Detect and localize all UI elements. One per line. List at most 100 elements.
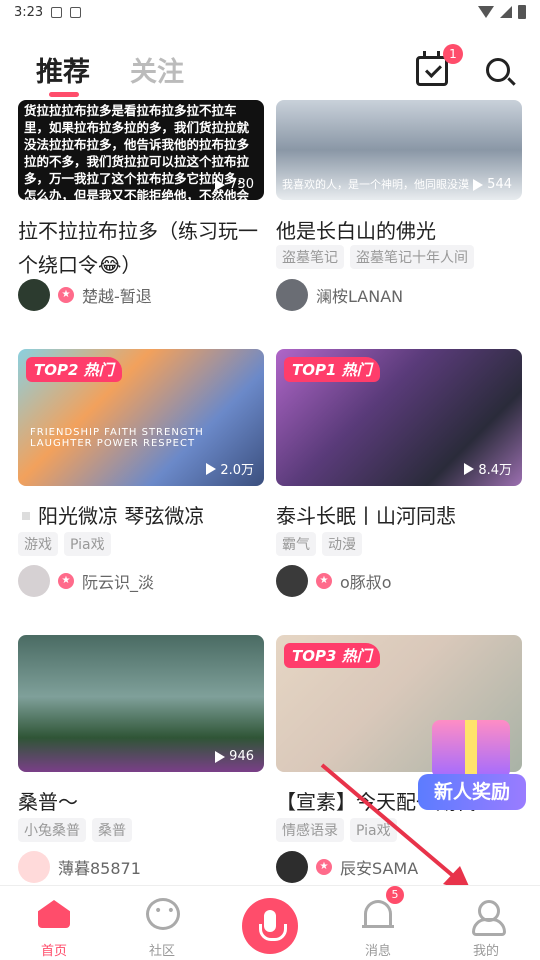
tag[interactable]: 盗墓笔记十年人间: [350, 245, 474, 269]
tag[interactable]: 游戏: [18, 532, 58, 556]
vip-icon: ★: [58, 573, 74, 589]
nav-label: 社区: [148, 944, 175, 959]
card-thumbnail[interactable]: TOP2 热门 FRIENDSHIP FAITH STRENGTH LAUGHT…: [18, 349, 264, 486]
avatar[interactable]: [18, 851, 50, 883]
author-name: 辰安SAMA: [340, 859, 419, 878]
author-row[interactable]: ★ 阮云识_淡: [18, 565, 154, 597]
play-count-value: 544: [487, 177, 512, 192]
author-name: o豚叔o: [340, 573, 392, 592]
tag[interactable]: 霸气: [276, 532, 316, 556]
play-icon: [215, 178, 226, 191]
home-icon: [38, 900, 70, 928]
avatar[interactable]: [276, 565, 308, 597]
card-title[interactable]: 阳光微凉 琴弦微凉: [18, 499, 264, 533]
tag[interactable]: 桑普: [92, 818, 132, 842]
battery-icon: [518, 5, 526, 19]
tag-list: 盗墓笔记 盗墓笔记十年人间: [276, 245, 474, 269]
play-count-value: 8.4万: [478, 463, 512, 478]
tag[interactable]: 动漫: [322, 532, 362, 556]
card-thumbnail[interactable]: 我喜欢的人，是一个神明，他同眼没漠 544: [276, 100, 522, 200]
avatar[interactable]: [276, 851, 308, 883]
hot-rank-badge: TOP1 热门: [284, 357, 380, 382]
play-count: 8.4万: [464, 459, 512, 478]
author-row[interactable]: 薄暮85871: [18, 851, 141, 883]
gallery-icon: [51, 6, 63, 18]
play-count: 730: [215, 177, 254, 192]
nav-label: 消息: [364, 944, 391, 959]
play-count: 946: [215, 749, 254, 764]
tag-list: 霸气 动漫: [276, 532, 362, 556]
nav-messages[interactable]: 5 消息: [324, 886, 432, 960]
card-thumbnail[interactable]: 货拉拉拉布拉多是看拉布拉多拉不拉车里，如果拉布拉多拉的多，我们货拉拉就没法拉拉布…: [18, 100, 264, 200]
nav-label: 我的: [472, 944, 499, 959]
avatar[interactable]: [18, 279, 50, 311]
author-name: 楚越-暂退: [82, 287, 152, 306]
messages-badge: 5: [386, 886, 404, 904]
chat-bubble-icon: [146, 898, 180, 930]
play-icon: [473, 178, 484, 191]
status-time: 3:23: [14, 4, 44, 20]
card-title[interactable]: 他是长白山的佛光: [276, 214, 522, 248]
play-count-value: 730: [229, 177, 254, 192]
calendar-checkin-icon[interactable]: [416, 51, 448, 86]
bell-icon: [362, 900, 394, 928]
card-thumbnail[interactable]: TOP1 热门 8.4万: [276, 349, 522, 486]
author-row[interactable]: ★ o豚叔o: [276, 565, 392, 597]
play-icon: [464, 462, 475, 475]
gift-icon: [432, 720, 510, 778]
play-count-value: 2.0万: [220, 463, 254, 478]
card-title[interactable]: 泰斗长眠丨山河同悲: [276, 499, 522, 533]
record-mic-button[interactable]: [242, 898, 298, 954]
author-row[interactable]: ★ 辰安SAMA: [276, 851, 418, 883]
calendar-badge: 1: [443, 44, 463, 64]
title-prefix-icon: [22, 512, 30, 520]
hot-rank-badge: TOP3 热门: [284, 643, 380, 668]
notification-icon: [70, 6, 82, 18]
hot-rank-badge: TOP2 热门: [26, 357, 122, 382]
nav-label: 首页: [40, 944, 67, 959]
tag-list: 情感语录 Pia戏: [276, 818, 397, 842]
newcomer-reward-button[interactable]: 新人奖励: [418, 720, 526, 812]
header: 推荐 关注 1: [0, 40, 540, 100]
author-name: 薄暮85871: [58, 859, 141, 878]
card-title[interactable]: 桑普～: [18, 785, 264, 819]
author-name: 澜桉LANAN: [316, 287, 404, 306]
vip-icon: ★: [316, 859, 332, 875]
user-icon: [472, 900, 506, 936]
tag-list: 小兔桑普 桑普: [18, 818, 132, 842]
tab-indicator: [49, 92, 79, 97]
author-row[interactable]: ★ 楚越-暂退: [18, 279, 152, 311]
tab-recommend[interactable]: 推荐: [36, 50, 90, 89]
thumbnail-caption: 我喜欢的人，是一个神明，他同眼没漠: [282, 178, 469, 191]
nav-community[interactable]: 社区: [108, 886, 216, 960]
nav-home[interactable]: 首页: [0, 886, 108, 960]
tag[interactable]: 盗墓笔记: [276, 245, 344, 269]
tag[interactable]: 情感语录: [276, 818, 344, 842]
nav-mine[interactable]: 我的: [432, 886, 540, 960]
tag[interactable]: Pia戏: [350, 818, 397, 842]
signal-icon: [500, 6, 512, 18]
reward-label: 新人奖励: [418, 774, 526, 810]
vip-icon: ★: [58, 287, 74, 303]
avatar[interactable]: [18, 565, 50, 597]
status-bar: 3:23: [0, 0, 540, 24]
play-icon: [215, 750, 226, 763]
card-title[interactable]: 拉不拉拉布拉多（练习玩一个绕口令😂）: [18, 214, 264, 282]
wifi-icon: [478, 6, 494, 18]
play-icon: [206, 462, 217, 475]
avatar[interactable]: [276, 279, 308, 311]
author-row[interactable]: 澜桉LANAN: [276, 279, 403, 311]
search-icon[interactable]: [486, 58, 510, 82]
vip-icon: ★: [316, 573, 332, 589]
play-count: 544: [473, 177, 512, 192]
tab-follow[interactable]: 关注: [130, 50, 184, 89]
bottom-nav: 首页 社区 5 消息 我的: [0, 885, 540, 960]
tag[interactable]: 小兔桑普: [18, 818, 86, 842]
tag[interactable]: Pia戏: [64, 532, 111, 556]
card-title-text: 阳光微凉 琴弦微凉: [38, 504, 205, 528]
card-thumbnail[interactable]: 946: [18, 635, 264, 772]
tag-list: 游戏 Pia戏: [18, 532, 111, 556]
thumbnail-caption: FRIENDSHIP FAITH STRENGTH LAUGHTER POWER…: [30, 427, 204, 449]
play-count-value: 946: [229, 749, 254, 764]
play-count: 2.0万: [206, 459, 254, 478]
